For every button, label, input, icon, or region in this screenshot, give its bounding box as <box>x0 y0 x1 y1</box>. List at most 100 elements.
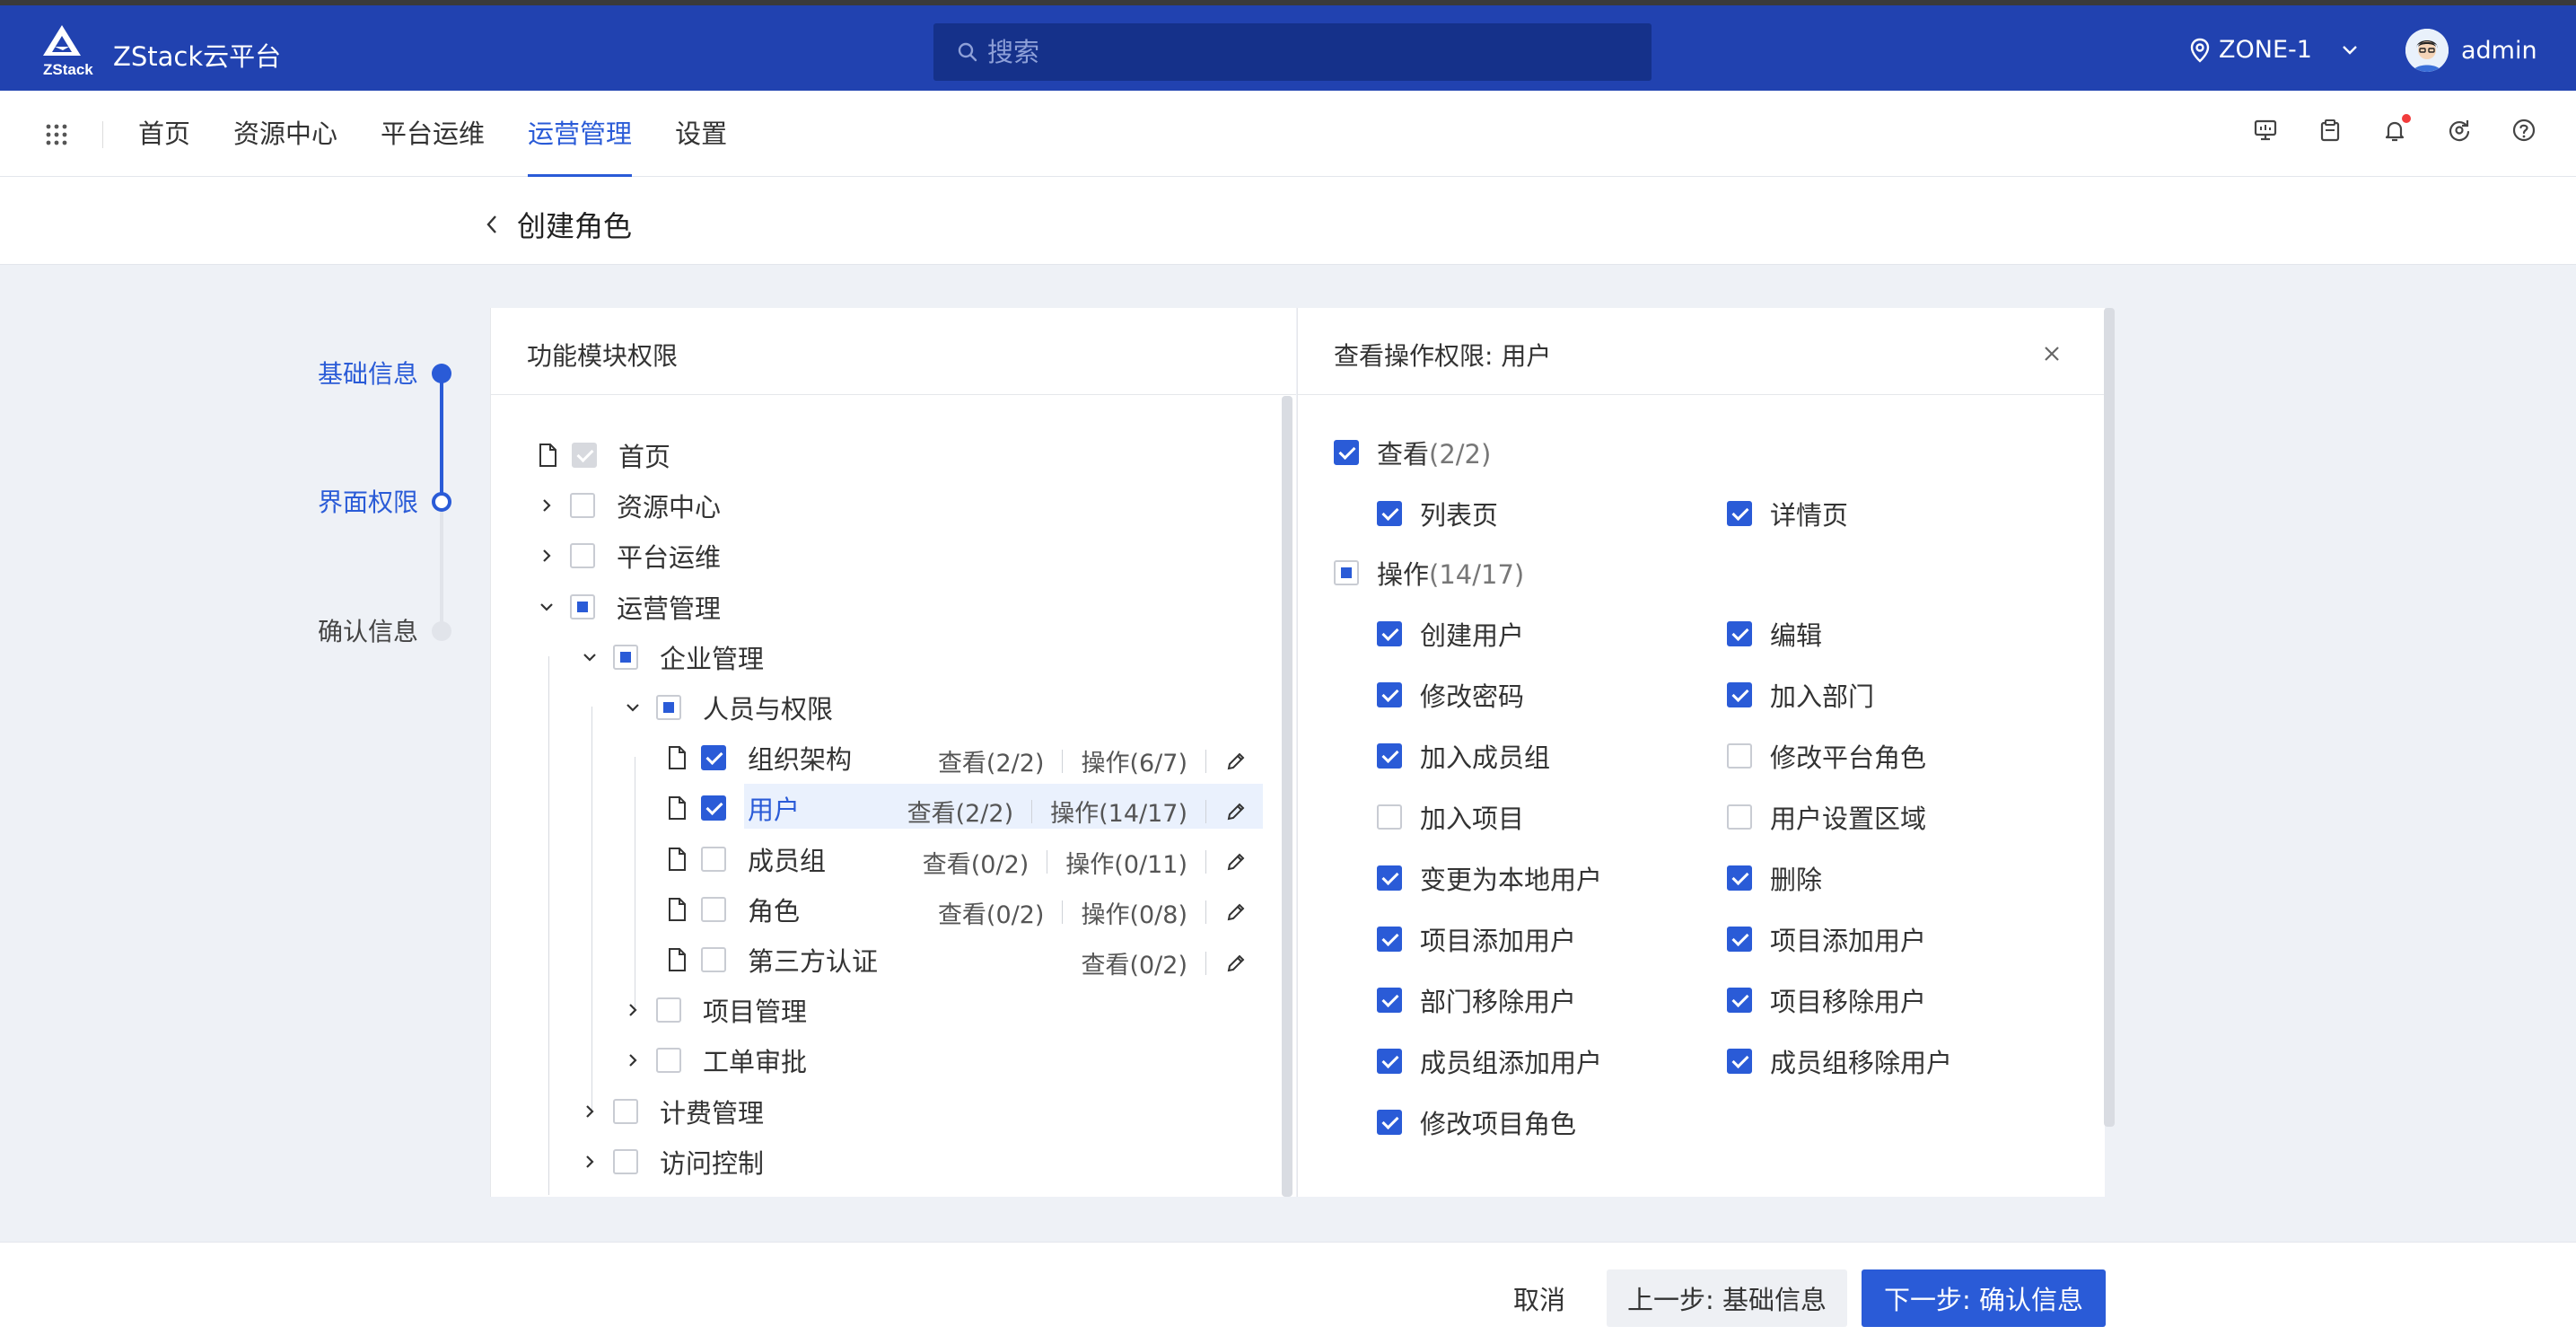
tree-node[interactable]: 角色 <box>667 888 800 931</box>
tree-node-checkbox[interactable] <box>656 695 681 720</box>
nav-tab-3[interactable]: 运营管理 <box>528 91 633 177</box>
operation-permission[interactable]: 创建用户 <box>1377 615 1524 653</box>
caret-right-icon[interactable] <box>581 1153 599 1171</box>
view-permission[interactable]: 详情页 <box>1727 495 1848 532</box>
view-count[interactable]: 查看(0/2) <box>1081 945 1187 980</box>
operation-permission[interactable]: 项目移除用户 <box>1727 981 1926 1019</box>
tree-node-checkbox[interactable] <box>613 1148 638 1174</box>
operation-permission[interactable]: 加入成员组 <box>1377 737 1550 775</box>
view-group-checkbox[interactable] <box>1334 440 1359 465</box>
zone-selector[interactable]: ZONE-1 <box>2190 36 2359 64</box>
operation-permission[interactable]: 删除 <box>1727 859 1822 897</box>
operation-permission[interactable]: 用户设置区域 <box>1727 798 1926 836</box>
operation-count[interactable]: 操作(0/11) <box>1065 845 1187 880</box>
left-panel-scrollbar[interactable] <box>1282 396 1292 1197</box>
operation-permission[interactable]: 修改平台角色 <box>1727 737 1926 775</box>
cancel-button[interactable]: 取消 <box>1490 1269 1589 1327</box>
tree-node[interactable]: 企业管理 <box>581 636 764 679</box>
operation-permission[interactable]: 项目添加用户 <box>1727 920 1926 958</box>
caret-right-icon[interactable] <box>581 1102 599 1120</box>
operation-permission-checkbox[interactable] <box>1377 865 1402 891</box>
operation-permission-checkbox[interactable] <box>1377 1110 1402 1135</box>
operation-permission[interactable]: 部门移除用户 <box>1377 981 1576 1019</box>
tree-node[interactable]: 用户 <box>667 786 800 830</box>
operation-permission-checkbox[interactable] <box>1727 1049 1752 1074</box>
caret-right-icon[interactable] <box>538 547 556 565</box>
tree-node-checkbox[interactable] <box>701 896 726 922</box>
step-ui-permissions[interactable]: 界面权限 <box>269 483 418 519</box>
operation-permission-checkbox[interactable] <box>1377 621 1402 646</box>
tree-node[interactable]: 工单审批 <box>624 1039 807 1082</box>
caret-down-icon[interactable] <box>581 648 599 666</box>
operation-permission-checkbox[interactable] <box>1377 743 1402 769</box>
nav-tab-1[interactable]: 资源中心 <box>233 91 337 177</box>
operation-permission-checkbox[interactable] <box>1727 804 1752 830</box>
operation-permission-checkbox[interactable] <box>1377 927 1402 952</box>
operation-permission-checkbox[interactable] <box>1377 682 1402 707</box>
tree-node-checkbox[interactable] <box>701 745 726 771</box>
tree-node[interactable]: 首页 <box>538 434 670 477</box>
operation-permission-checkbox[interactable] <box>1727 743 1752 769</box>
tree-node[interactable]: 人员与权限 <box>624 686 833 729</box>
tree-node[interactable]: 第三方认证 <box>667 938 878 981</box>
nav-tab-2[interactable]: 平台运维 <box>381 91 485 177</box>
edit-icon[interactable] <box>1224 850 1248 874</box>
right-panel-scrollbar[interactable] <box>2104 308 2115 1127</box>
operation-permission[interactable]: 成员组移除用户 <box>1727 1042 1952 1080</box>
nav-tab-4[interactable]: 设置 <box>675 91 727 177</box>
view-count[interactable]: 查看(0/2) <box>938 895 1045 930</box>
caret-right-icon[interactable] <box>624 1001 642 1019</box>
tree-node[interactable]: 访问控制 <box>581 1140 764 1183</box>
notification-bell[interactable] <box>2382 114 2411 143</box>
operation-count[interactable]: 操作(0/8) <box>1081 895 1187 930</box>
view-count[interactable]: 查看(2/2) <box>907 794 1014 829</box>
next-step-button[interactable]: 下一步: 确认信息 <box>1862 1269 2106 1327</box>
operation-permission[interactable]: 项目添加用户 <box>1377 920 1576 958</box>
caret-right-icon[interactable] <box>624 1051 642 1069</box>
apps-grid-icon[interactable] <box>45 123 68 146</box>
tree-node[interactable]: 成员组 <box>667 838 826 881</box>
view-count[interactable]: 查看(2/2) <box>938 743 1045 778</box>
tree-node[interactable]: 资源中心 <box>538 484 721 527</box>
close-icon[interactable] <box>2042 344 2062 364</box>
zstack-logo[interactable]: ZStack <box>39 23 102 81</box>
clipboard-icon[interactable] <box>2318 118 2343 143</box>
view-permission-checkbox[interactable] <box>1377 501 1402 526</box>
caret-right-icon[interactable] <box>538 496 556 514</box>
back-button[interactable]: 创建角色 <box>485 204 632 245</box>
operation-permission[interactable]: 加入项目 <box>1377 798 1524 836</box>
search-input[interactable] <box>987 23 1616 81</box>
tree-node-checkbox[interactable] <box>656 997 681 1023</box>
nav-tab-0[interactable]: 首页 <box>138 91 190 177</box>
tree-node[interactable]: 项目管理 <box>624 988 807 1032</box>
view-group[interactable]: 查看(2/2) <box>1334 434 1491 471</box>
operation-permission-checkbox[interactable] <box>1727 621 1752 646</box>
tree-node-checkbox[interactable] <box>656 1048 681 1074</box>
tree-node-checkbox[interactable] <box>701 795 726 821</box>
help-icon[interactable] <box>2511 118 2537 143</box>
step-basic-info[interactable]: 基础信息 <box>269 355 418 391</box>
tree-node-checkbox[interactable] <box>613 644 638 670</box>
edit-icon[interactable] <box>1224 800 1248 823</box>
caret-down-icon[interactable] <box>624 698 642 716</box>
prev-step-button[interactable]: 上一步: 基础信息 <box>1607 1269 1847 1327</box>
operation-permission-checkbox[interactable] <box>1727 682 1752 707</box>
view-permission-checkbox[interactable] <box>1727 501 1752 526</box>
operation-permission[interactable]: 变更为本地用户 <box>1377 859 1602 897</box>
edit-icon[interactable] <box>1224 900 1248 924</box>
tree-node[interactable]: 计费管理 <box>581 1090 764 1133</box>
tree-node[interactable]: 组织架构 <box>667 736 852 779</box>
settings-refresh-icon[interactable] <box>2447 118 2472 143</box>
tree-node-checkbox[interactable] <box>613 1098 638 1124</box>
operation-permission[interactable]: 成员组添加用户 <box>1377 1042 1602 1080</box>
tree-node-checkbox[interactable] <box>570 593 595 619</box>
tree-node-checkbox[interactable] <box>570 543 595 569</box>
operation-permission[interactable]: 修改项目角色 <box>1377 1103 1576 1141</box>
operation-permission-checkbox[interactable] <box>1727 865 1752 891</box>
operation-group[interactable]: 操作(14/17) <box>1334 554 1524 592</box>
tree-node[interactable]: 运营管理 <box>538 585 721 628</box>
operation-permission[interactable]: 修改密码 <box>1377 676 1524 714</box>
view-permission[interactable]: 列表页 <box>1377 495 1498 532</box>
monitor-icon[interactable] <box>2253 118 2278 143</box>
tree-node-checkbox[interactable] <box>701 947 726 972</box>
